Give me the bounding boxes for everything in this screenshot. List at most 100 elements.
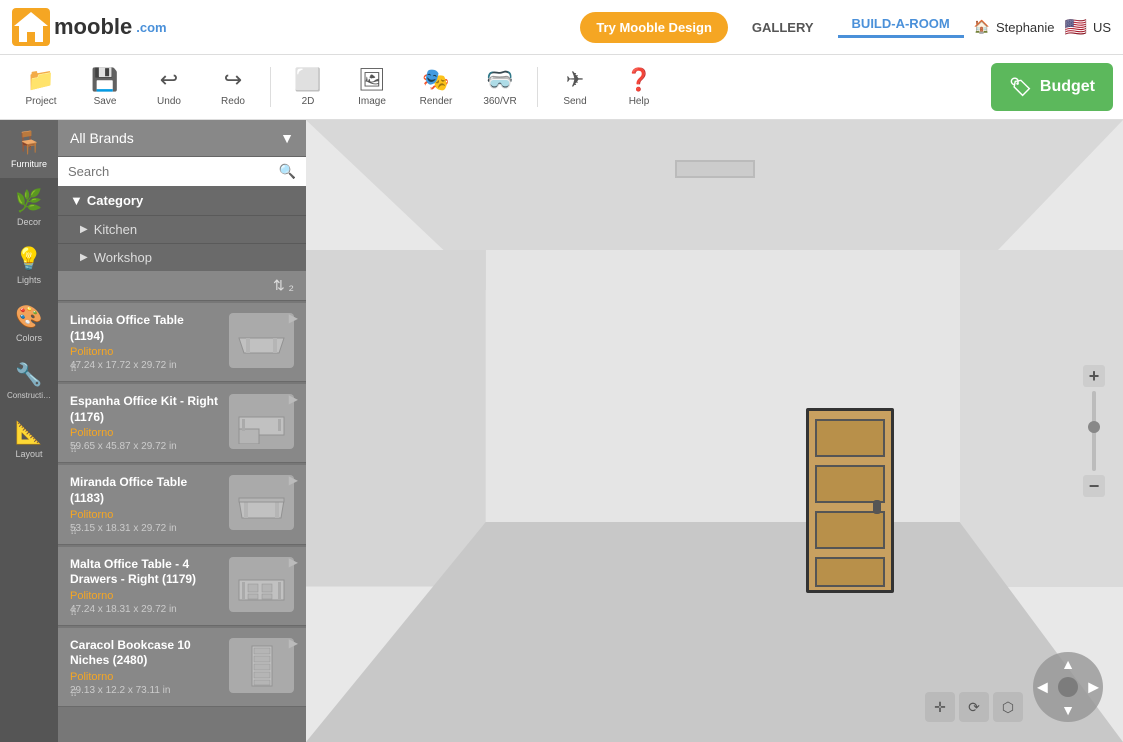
list-item[interactable]: Malta Office Table - 4 Drawers - Right (…	[58, 547, 306, 626]
colors-icon: 🎨	[15, 304, 42, 330]
door-frame	[806, 408, 894, 593]
brand-selector[interactable]: All Brands ▼	[58, 120, 306, 157]
username: Stephanie	[996, 20, 1055, 35]
3d-viewport[interactable]: + − ▲ ▼ ◀ ▶ ✛ ⟳ ⬡	[306, 120, 1123, 742]
budget-tag-icon: 🏷	[1009, 77, 1032, 98]
brand-label: All Brands	[70, 130, 134, 146]
render-button[interactable]: 🎭 Render	[405, 60, 467, 115]
zoom-in-button[interactable]: +	[1083, 365, 1105, 387]
zoom-thumb[interactable]	[1088, 421, 1100, 433]
product-dims: 53.15 x 18.31 x 29.72 in	[70, 523, 221, 534]
navigation-controls: ▲ ▼ ◀ ▶	[1033, 652, 1103, 722]
product-name: Espanha Office Kit - Right (1176)	[70, 394, 221, 425]
sort-bar: ⇅ ₂	[58, 271, 306, 301]
try-design-button[interactable]: Try Mooble Design	[580, 12, 728, 43]
arrow-icon: ▶	[289, 473, 298, 487]
user-menu[interactable]: 🏠 Stephanie	[974, 19, 1055, 35]
top-navigation: mooble.com Try Mooble Design GALLERY BUI…	[0, 0, 1123, 55]
image-label: Image	[358, 96, 386, 107]
product-info: Lindóia Office Table (1194) Politorno 47…	[70, 313, 221, 371]
send-label: Send	[563, 96, 586, 107]
project-button[interactable]: 📁 Project	[10, 60, 72, 115]
help-button[interactable]: ❓ Help	[608, 60, 670, 115]
sidebar-item-label: Lights	[17, 275, 41, 285]
2d-icon: ⬜	[294, 67, 321, 93]
nav-circle: ▲ ▼ ◀ ▶	[1033, 652, 1103, 722]
nav-right-button[interactable]: ▶	[1088, 679, 1099, 696]
zoom-track[interactable]	[1092, 391, 1096, 471]
sidebar-item-furniture[interactable]: 🪑 Furniture	[0, 120, 58, 178]
room-container	[306, 120, 1123, 742]
sidebar-item-label: Decor	[17, 217, 41, 227]
product-list: Lindóia Office Table (1194) Politorno 47…	[58, 301, 306, 742]
vr-label: 360/VR	[483, 96, 516, 107]
zoom-bar: + −	[1083, 365, 1105, 497]
sidebar-item-colors[interactable]: 🎨 Colors	[0, 294, 58, 352]
redo-button[interactable]: ↪ Redo	[202, 60, 264, 115]
product-info: Miranda Office Table (1183) Politorno 53…	[70, 475, 221, 533]
project-icon: 📁	[27, 67, 54, 93]
image-icon: 🖼	[358, 67, 386, 93]
redo-label: Redo	[221, 96, 245, 107]
search-input[interactable]	[68, 164, 273, 179]
construction-icon: 🔧	[15, 362, 42, 388]
move-control-button[interactable]: ✛	[925, 692, 955, 722]
product-name: Miranda Office Table (1183)	[70, 475, 221, 506]
zoom-out-button[interactable]: −	[1083, 475, 1105, 497]
nav-left-button[interactable]: ◀	[1037, 679, 1048, 696]
home-icon: 🏠	[974, 19, 990, 35]
vr-icon: 🥽	[486, 67, 513, 93]
drag-icon: ⠿	[70, 364, 77, 375]
logo-domain: .com	[136, 20, 166, 35]
nav-up-button[interactable]: ▲	[1061, 656, 1075, 672]
sidebar-item-construction[interactable]: 🔧 Constructi…	[0, 352, 58, 410]
2d-button[interactable]: ⬜ 2D	[277, 60, 339, 115]
category-item-kitchen[interactable]: ▶ Kitchen	[58, 215, 306, 243]
list-item[interactable]: Lindóia Office Table (1194) Politorno 47…	[58, 303, 306, 382]
decor-icon: 🌿	[15, 188, 42, 214]
product-name: Lindóia Office Table (1194)	[70, 313, 221, 344]
category-item-workshop[interactable]: ▶ Workshop	[58, 243, 306, 271]
save-label: Save	[94, 96, 117, 107]
product-brand: Politorno	[70, 346, 221, 358]
list-item[interactable]: Caracol Bookcase 10 Niches (2480) Polito…	[58, 628, 306, 707]
help-label: Help	[629, 96, 650, 107]
sort-button[interactable]: ⇅ ₂	[273, 277, 294, 294]
image-button[interactable]: 🖼 Image	[341, 60, 403, 115]
chevron-right-icon: ▶	[80, 224, 88, 235]
sidebar-item-lights[interactable]: 💡 Lights	[0, 236, 58, 294]
logo[interactable]: mooble.com	[12, 8, 167, 46]
view-controls: ✛ ⟳ ⬡	[925, 692, 1023, 722]
product-name: Caracol Bookcase 10 Niches (2480)	[70, 638, 221, 669]
budget-button[interactable]: 🏷 Budget	[991, 63, 1113, 111]
chevron-down-icon: ▼	[70, 193, 83, 208]
product-thumbnail	[229, 475, 294, 530]
sidebar-item-layout[interactable]: 📐 Layout	[0, 410, 58, 468]
vr-button[interactable]: 🥽 360/VR	[469, 60, 531, 115]
sidebar-item-label: Colors	[16, 333, 42, 343]
flag-icon: 🇺🇸	[1065, 17, 1087, 38]
nav-down-button[interactable]: ▼	[1061, 702, 1075, 718]
product-dims: 47.24 x 18.31 x 29.72 in	[70, 604, 221, 615]
gallery-link[interactable]: GALLERY	[738, 20, 828, 35]
list-item[interactable]: Miranda Office Table (1183) Politorno 53…	[58, 465, 306, 544]
room-left-wall	[306, 250, 486, 587]
send-button[interactable]: ✈ Send	[544, 60, 606, 115]
rotate-control-button[interactable]: ⟳	[959, 692, 989, 722]
arrow-icon: ▶	[289, 555, 298, 569]
undo-button[interactable]: ↩ Undo	[138, 60, 200, 115]
sidebar-item-decor[interactable]: 🌿 Decor	[0, 178, 58, 236]
build-a-room-link[interactable]: BUILD-A-ROOM	[838, 16, 964, 38]
product-info: Caracol Bookcase 10 Niches (2480) Polito…	[70, 638, 221, 696]
redo-icon: ↪	[224, 67, 242, 93]
room-door	[806, 408, 894, 593]
toolbar: 📁 Project 💾 Save ↩ Undo ↪ Redo ⬜ 2D 🖼 Im…	[0, 55, 1123, 120]
door-panel	[815, 465, 885, 503]
render-icon: 🎭	[422, 67, 449, 93]
list-item[interactable]: Espanha Office Kit - Right (1176) Polito…	[58, 384, 306, 463]
region-selector[interactable]: 🇺🇸 US	[1065, 17, 1111, 38]
save-button[interactable]: 💾 Save	[74, 60, 136, 115]
3d-view-button[interactable]: ⬡	[993, 692, 1023, 722]
product-thumbnail	[229, 557, 294, 612]
drag-icon: ⠿	[70, 608, 77, 619]
